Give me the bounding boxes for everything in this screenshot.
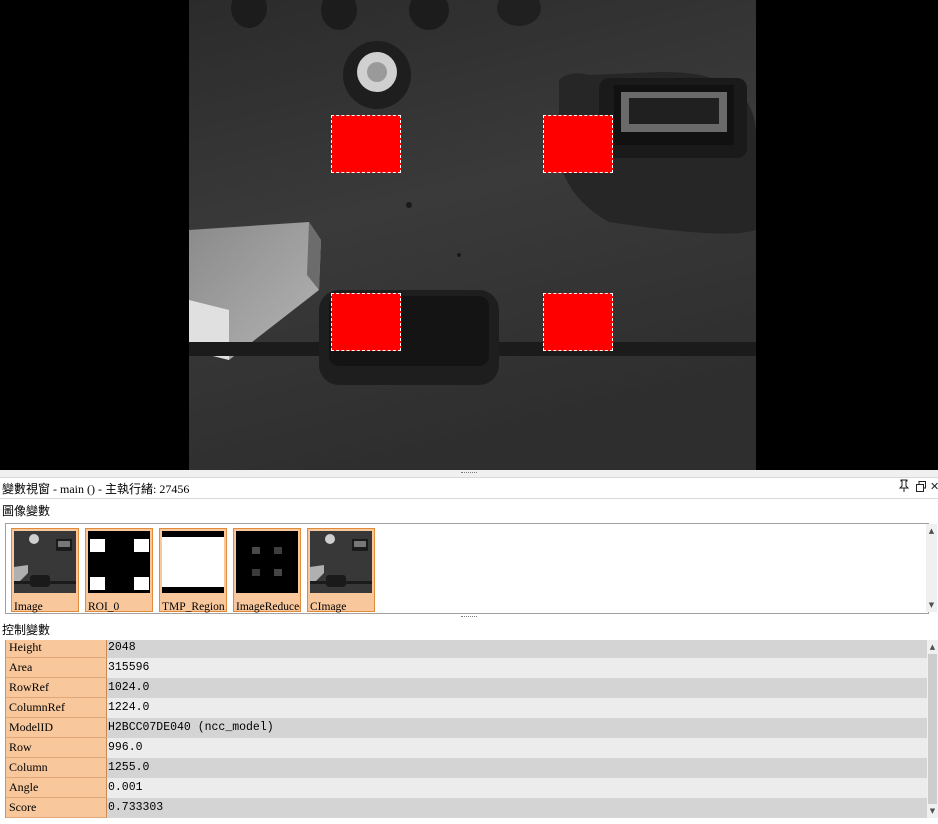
variable-name: Angle <box>6 778 107 798</box>
roi-rectangle-top-right[interactable] <box>543 115 613 173</box>
scroll-thumb[interactable] <box>928 654 937 804</box>
iconic-scrollbar[interactable]: ▲ ▼ <box>926 524 937 612</box>
thumbnail-tmp-region[interactable]: TMP_Region <box>159 528 227 613</box>
control-variables-table: Height 2048 Area 315596 RowRef 1024.0 Co… <box>5 640 928 818</box>
splitter-grip <box>461 472 477 473</box>
table-row[interactable]: Column 1255.0 <box>6 758 928 778</box>
variable-value: 315596 <box>107 658 928 678</box>
variable-name: ModelID <box>6 718 107 738</box>
camera-image <box>189 0 756 470</box>
variable-value: 0.001 <box>107 778 928 798</box>
variable-value: 2048 <box>107 640 928 658</box>
splitter-variables[interactable] <box>0 614 938 620</box>
variable-name: Row <box>6 738 107 758</box>
table-row[interactable]: RowRef 1024.0 <box>6 678 928 698</box>
variable-value: 1224.0 <box>107 698 928 718</box>
cimage-thumbnail-icon <box>310 531 372 593</box>
splitter-graphics[interactable] <box>0 470 938 477</box>
image-thumbnail-icon <box>14 531 76 593</box>
scroll-down-icon[interactable]: ▼ <box>927 806 938 816</box>
variable-window-header: 變數視窗 - main () - 主執行緒: 27456 ✕ <box>0 477 938 499</box>
control-scrollbar[interactable]: ▲ ▼ <box>927 640 938 818</box>
scroll-up-icon[interactable]: ▲ <box>927 642 938 652</box>
iconic-variables-list: Image ROI_0 TMP_Region ImageReduced CIma… <box>5 523 929 614</box>
variable-window-title: 變數視窗 - main () - 主執行緒: 27456 <box>2 482 190 496</box>
close-icon[interactable]: ✕ <box>930 479 938 495</box>
region-thumbnail-icon <box>162 531 224 593</box>
control-variables-label: 控制變數 <box>2 623 51 637</box>
splitter-grip <box>461 616 477 617</box>
thumbnail-image-reduced[interactable]: ImageReduced <box>233 528 301 613</box>
thumbnail-label: ROI_0 <box>88 601 120 613</box>
variable-name: Score <box>6 798 107 818</box>
graphics-window[interactable] <box>0 0 938 470</box>
table-row[interactable]: Height 2048 <box>6 640 928 658</box>
thumbnail-label: TMP_Region <box>162 601 225 613</box>
restore-window-icon[interactable] <box>914 479 928 495</box>
roi-rectangle-bottom-right[interactable] <box>543 293 613 351</box>
roi-rectangle-bottom-left[interactable] <box>331 293 401 351</box>
variable-name: Column <box>6 758 107 778</box>
table-row[interactable]: ModelID H2BCC07DE040 (ncc_model) <box>6 718 928 738</box>
variable-name: ColumnRef <box>6 698 107 718</box>
variable-value: H2BCC07DE040 (ncc_model) <box>107 718 928 738</box>
scroll-down-icon[interactable]: ▼ <box>926 600 937 610</box>
variable-value: 1024.0 <box>107 678 928 698</box>
pin-icon[interactable] <box>897 479 911 495</box>
table-row[interactable]: Angle 0.001 <box>6 778 928 798</box>
reduced-image-thumbnail-icon <box>236 531 298 593</box>
variable-value: 1255.0 <box>107 758 928 778</box>
variable-name: Area <box>6 658 107 678</box>
thumbnail-cimage[interactable]: CImage <box>307 528 375 613</box>
scroll-up-icon[interactable]: ▲ <box>926 526 937 536</box>
roi-rectangle-top-left[interactable] <box>331 115 401 173</box>
table-row[interactable]: ColumnRef 1224.0 <box>6 698 928 718</box>
thumbnail-label: CImage <box>310 601 347 613</box>
variable-name: Height <box>6 640 107 658</box>
variable-value: 0.733303 <box>107 798 928 818</box>
variable-value: 996.0 <box>107 738 928 758</box>
thumbnail-roi-0[interactable]: ROI_0 <box>85 528 153 613</box>
iconic-variables-label: 圖像變數 <box>2 504 51 518</box>
table-row[interactable]: Area 315596 <box>6 658 928 678</box>
table-row[interactable]: Score 0.733303 <box>6 798 928 818</box>
variable-name: RowRef <box>6 678 107 698</box>
thumbnail-image[interactable]: Image <box>11 528 79 613</box>
thumbnail-label: Image <box>14 601 43 613</box>
thumbnail-label: ImageReduced <box>236 601 300 613</box>
roi-thumbnail-icon <box>88 531 150 593</box>
table-row[interactable]: Row 996.0 <box>6 738 928 758</box>
